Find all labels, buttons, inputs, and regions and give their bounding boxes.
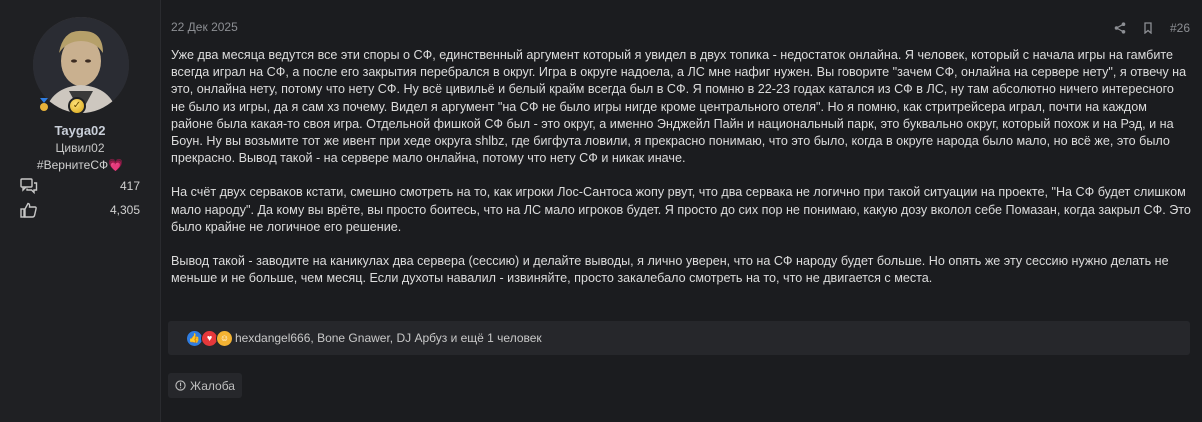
messages-stat[interactable]: 417 [20,178,140,194]
report-label: Жалоба [190,378,235,393]
reactions-bar[interactable]: 👍 ♥ ☺ hexdangel666, Bone Gnawer, DJ Арбу… [168,321,1190,355]
reaction-icons: 👍 ♥ ☺ [186,329,233,347]
share-icon[interactable] [1114,22,1126,34]
post-paragraph: На счёт двух серваков кстати, смешно смо… [171,185,1191,234]
post-number[interactable]: #26 [1170,21,1190,35]
user-title: Цивил02 [55,141,105,155]
rank-medal-icon [40,98,48,111]
heart-icon: 💗 [108,158,124,172]
post-date[interactable]: 22 Дек 2025 [171,20,238,34]
post-paragraph: Уже два месяца ведутся все эти споры о С… [171,48,1187,166]
thumbs-up-icon [20,202,37,218]
user-tag-text: #ВернитеСФ [36,158,109,172]
bookmark-icon[interactable] [1142,22,1154,34]
post-actions: #26 [1114,21,1190,35]
laugh-reaction-icon: ☺ [216,329,233,347]
report-button[interactable]: Жалоба [168,373,242,398]
username[interactable]: Tayga02 [0,123,160,138]
speech-bubbles-icon [20,178,38,194]
user-info-column: ✓ Tayga02 Цивил02 #ВернитеСФ💗 417 4,305 [0,0,161,422]
user-tag: #ВернитеСФ💗 [0,158,160,172]
online-badge-icon: ✓ [68,97,86,115]
reactions-count: 4,305 [109,203,140,217]
reactions-users[interactable]: hexdangel666, Bone Gnawer, DJ Арбуз и ещ… [235,331,542,345]
post-paragraph: Вывод такой - заводите на каникулах два … [171,254,1169,286]
messages-count: 417 [119,179,140,193]
info-circle-icon [175,380,186,391]
post-body: Уже два месяца ведутся все эти споры о С… [171,47,1191,304]
reactions-stat[interactable]: 4,305 [20,202,140,218]
post-content: 22 Дек 2025 #26 Уже два месяца ведутся в… [161,0,1202,422]
forum-post: ✓ Tayga02 Цивил02 #ВернитеСФ💗 417 4,305 … [0,0,1202,422]
